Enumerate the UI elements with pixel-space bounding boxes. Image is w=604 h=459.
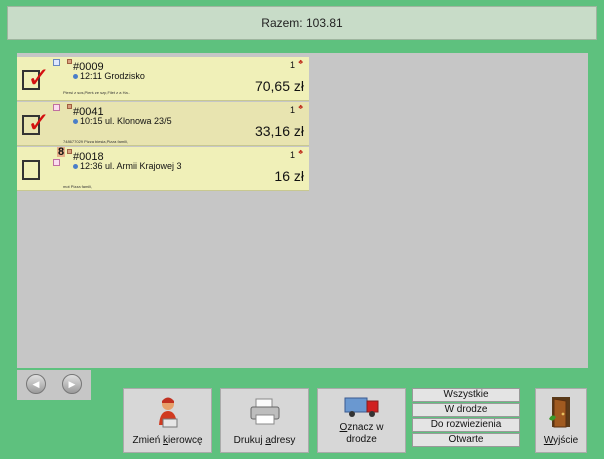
order-description: mot Pizza famili, bbox=[63, 184, 93, 189]
order-checkbox[interactable] bbox=[22, 160, 40, 180]
change-driver-label: Zmień kierowcę bbox=[132, 435, 203, 446]
order-price: 33,16 zł bbox=[254, 123, 304, 139]
order-checkbox[interactable]: ✓ bbox=[22, 64, 50, 92]
mark-on-road-button[interactable]: Oznacz w drodze bbox=[317, 388, 406, 453]
order-quantity: 1 bbox=[289, 150, 295, 160]
order-description: 748677029 Pizza biesia,Pizza famili, bbox=[63, 139, 128, 144]
checkmark-icon: ✓ bbox=[27, 61, 51, 94]
exit-label: Wyjście bbox=[543, 435, 579, 446]
truck-icon bbox=[343, 389, 381, 422]
order-checkbox[interactable]: ✓ bbox=[22, 109, 50, 137]
orders-panel: ✓ #0009 12:11 Grodzisko Piersi z sos,Pie… bbox=[17, 53, 588, 368]
pink-note-icon bbox=[53, 159, 60, 166]
filter-to-deliver-button[interactable]: Do rozwiezienia bbox=[412, 418, 520, 432]
print-addresses-button[interactable]: Drukuj adresy bbox=[220, 388, 309, 453]
driver-icon bbox=[151, 389, 185, 435]
order-card[interactable]: ✓ #0041 10:15 ul. Klonowa 23/5 748677029… bbox=[17, 102, 309, 146]
pink-note-icon bbox=[53, 104, 60, 111]
blue-note-icon bbox=[53, 59, 60, 66]
filter-all-button[interactable]: Wszystkie bbox=[412, 388, 520, 402]
filter-on-road-button[interactable]: W drodze bbox=[412, 403, 520, 417]
printer-icon bbox=[247, 389, 283, 435]
package-icon bbox=[67, 149, 72, 154]
location-dot-icon bbox=[73, 74, 78, 79]
order-time-address: 10:15 ul. Klonowa 23/5 bbox=[80, 116, 172, 126]
checkmark-icon: ✓ bbox=[27, 106, 51, 139]
chevron-right-icon: ▶ bbox=[68, 378, 76, 389]
previous-page-button[interactable]: ◀ bbox=[26, 374, 46, 394]
location-dot-icon bbox=[73, 164, 78, 169]
total-label: Razem: 103.81 bbox=[261, 16, 343, 30]
filter-open-button[interactable]: Otwarte bbox=[412, 433, 520, 447]
order-price: 16 zł bbox=[274, 168, 304, 184]
order-quantity: 1 bbox=[289, 60, 295, 70]
order-badge: 8 bbox=[57, 146, 65, 158]
total-bar: Razem: 103.81 bbox=[7, 6, 597, 40]
person-icon: ♣ bbox=[298, 59, 303, 66]
package-icon bbox=[67, 59, 72, 64]
print-addresses-label: Drukuj adresy bbox=[233, 435, 296, 446]
mark-on-road-label: Oznacz w drodze bbox=[339, 422, 384, 445]
person-icon: ♣ bbox=[298, 149, 303, 156]
package-icon bbox=[67, 104, 72, 109]
order-price: 70,65 zł bbox=[254, 78, 304, 94]
order-time-address: 12:36 ul. Armii Krajowej 3 bbox=[80, 161, 182, 171]
order-time-address: 12:11 Grodzisko bbox=[80, 71, 145, 81]
status-filter-group: Wszystkie W drodze Do rozwiezienia Otwar… bbox=[412, 388, 520, 448]
order-card[interactable]: ✓ #0009 12:11 Grodzisko Piersi z sos,Pie… bbox=[17, 57, 309, 101]
order-list: ✓ #0009 12:11 Grodzisko Piersi z sos,Pie… bbox=[17, 57, 309, 192]
person-icon: ♣ bbox=[298, 104, 303, 111]
next-page-button[interactable]: ▶ bbox=[62, 374, 82, 394]
exit-button[interactable]: Wyjście bbox=[535, 388, 587, 453]
location-dot-icon bbox=[73, 119, 78, 124]
order-quantity: 1 bbox=[289, 105, 295, 115]
door-icon bbox=[546, 389, 576, 435]
change-driver-button[interactable]: Zmień kierowcę bbox=[123, 388, 212, 453]
chevron-left-icon: ◀ bbox=[32, 378, 40, 389]
order-card[interactable]: 8 #0018 12:36 ul. Armii Krajowej 3 mot P… bbox=[17, 147, 309, 191]
order-description: Piersi z sos,Pierś ze szp,Filet z a Ha.. bbox=[63, 90, 130, 95]
